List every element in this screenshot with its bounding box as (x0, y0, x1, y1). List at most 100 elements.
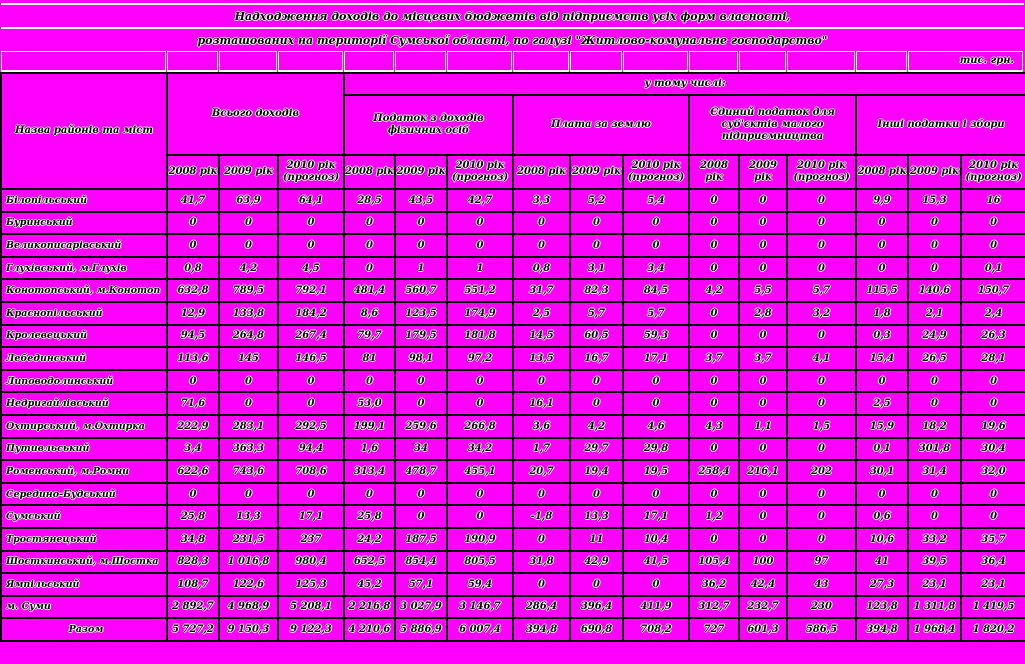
value-cell: 0 (738, 504, 789, 529)
year-header-cell: 2010 рік (прогноз) (446, 154, 515, 190)
value-cell: 0 (688, 436, 741, 462)
district-name-cell: Роменський, м.Ромни (0, 459, 168, 484)
value-cell: 32,0 (960, 459, 1025, 484)
value-cell: 0 (569, 391, 625, 416)
value-cell: 394,8 (512, 617, 572, 642)
value-cell: 122,6 (218, 572, 279, 597)
value-cell: 57,1 (394, 572, 449, 597)
value-cell: 0 (622, 233, 691, 258)
value-cell: 98,1 (394, 346, 449, 371)
year-header-cell: 2009 рік (218, 154, 279, 190)
value-cell: 36,2 (688, 572, 741, 597)
value-cell: 0 (569, 572, 625, 597)
value-cell: 179,5 (394, 323, 449, 349)
total-row: Разом 5 727,2 9 150,3 9 122,3 4 210,6 5 886,9… (0, 617, 1025, 642)
value-cell: 0 (907, 255, 963, 281)
value-cell: 1,1 (738, 413, 789, 439)
district-name-cell: Лебединський (0, 346, 168, 371)
value-cell: 0 (276, 481, 346, 507)
value-cell: 0 (688, 188, 741, 213)
value-cell: 259,6 (394, 413, 449, 439)
value-cell: 0 (738, 391, 789, 416)
value-cell: 0 (394, 504, 449, 529)
table-row: Недригайлівський 71,6 0 0 53,0 0 0 16,1 0 0 0 0 0 2,5… (0, 391, 1025, 416)
value-cell: 14,5 (512, 323, 572, 349)
revenue-table: Назва районів та міст Всього доходів у т… (0, 72, 1025, 642)
value-cell: 34,2 (446, 436, 515, 462)
value-cell: 1,8 (855, 300, 910, 326)
value-cell: 5 886,9 (394, 617, 449, 642)
year-header-cell: 2010 рік (прогноз) (622, 154, 691, 190)
value-cell: 60,5 (569, 323, 625, 349)
value-cell: 150,7 (960, 278, 1025, 303)
value-cell: 980,4 (276, 549, 346, 575)
value-cell: 31,4 (907, 459, 963, 484)
value-cell: 481,4 (343, 278, 397, 303)
value-cell: 41,7 (166, 188, 220, 213)
value-cell: 24,9 (907, 323, 963, 349)
table-row: Середино-Будський 0 0 0 0 0 0 0 0 0 0 0 0 0 0 0 (0, 481, 1025, 507)
value-cell: 0 (738, 188, 789, 213)
district-name-cell: Середино-Будський (0, 481, 168, 507)
value-cell: 551,2 (446, 278, 515, 303)
value-cell: 45,2 (343, 572, 397, 597)
table-row: Роменський, м.Ромни 622,6 743,6 708,6 313,4 4… (0, 459, 1025, 484)
value-cell: 632,8 (166, 278, 220, 303)
value-cell: 0 (960, 391, 1025, 416)
total-revenue-header: Всього доходів (165, 72, 346, 156)
value-cell: 0 (343, 255, 397, 281)
income-tax-header: Податок з доходів фізичних осіб (343, 94, 515, 156)
value-cell: 286,4 (512, 594, 572, 620)
value-cell: 805,5 (446, 549, 515, 575)
value-cell: 82,3 (569, 278, 625, 303)
value-cell: 0 (512, 368, 572, 394)
value-cell: 0 (688, 391, 741, 416)
value-cell: 5,4 (622, 188, 691, 213)
value-cell: 622,6 (166, 459, 220, 484)
value-cell: 187,5 (394, 526, 449, 552)
value-cell: 24,2 (343, 526, 397, 552)
value-cell: 0 (855, 255, 910, 281)
value-cell: 0 (738, 481, 789, 507)
value-cell: 53,0 (343, 391, 397, 416)
value-cell: 0 (276, 210, 346, 236)
table-row: Конотопський, м.Конотоп 632,8 789,5 792,1 48… (0, 278, 1025, 303)
value-cell: 0 (960, 368, 1025, 394)
value-cell: 97,2 (446, 346, 515, 371)
value-cell: 0 (622, 481, 691, 507)
value-cell: 2,8 (738, 300, 789, 326)
value-cell: 26,3 (960, 323, 1025, 349)
value-cell: 586,5 (786, 617, 858, 642)
table-row: Липоводолинський 0 0 0 0 0 0 0 0 0 0 0 0 0 0 0 (0, 368, 1025, 394)
value-cell: 0 (786, 210, 858, 236)
value-cell: 0 (907, 233, 963, 258)
value-cell: 216,1 (738, 459, 789, 484)
year-header-cell: 2010 рік (прогноз) (786, 154, 858, 190)
year-header-cell: 2008 рік (512, 154, 572, 190)
value-cell: 42,4 (738, 572, 789, 597)
value-cell: 0 (166, 481, 220, 507)
value-cell: 789,5 (218, 278, 279, 303)
value-cell: 125,3 (276, 572, 346, 597)
value-cell: 4,1 (786, 346, 858, 371)
value-cell: 0 (166, 233, 220, 258)
value-cell: 30,4 (960, 436, 1025, 462)
value-cell: 0 (688, 526, 741, 552)
table-body: Білопільський 41,7 63,9 64,1 28,5 43,5 42,7 3,3… (0, 188, 1025, 642)
value-cell: 27,3 (855, 572, 910, 597)
value-cell: 0 (786, 323, 858, 349)
value-cell: 23,1 (907, 572, 963, 597)
value-cell: 16,7 (569, 346, 625, 371)
value-cell: 4 968,9 (218, 594, 279, 620)
other-taxes-header: Інші податки і збори (855, 94, 1025, 156)
value-cell: 15,9 (855, 413, 910, 439)
value-cell: 20,7 (512, 459, 572, 484)
value-cell: 0 (446, 504, 515, 529)
value-cell: 0 (446, 210, 515, 236)
value-cell: 31,8 (512, 549, 572, 575)
value-cell: 264,8 (218, 323, 279, 349)
value-cell: 0 (166, 368, 220, 394)
value-cell: 5,5 (738, 278, 789, 303)
value-cell: 19,6 (960, 413, 1025, 439)
value-cell: 690,8 (569, 617, 625, 642)
